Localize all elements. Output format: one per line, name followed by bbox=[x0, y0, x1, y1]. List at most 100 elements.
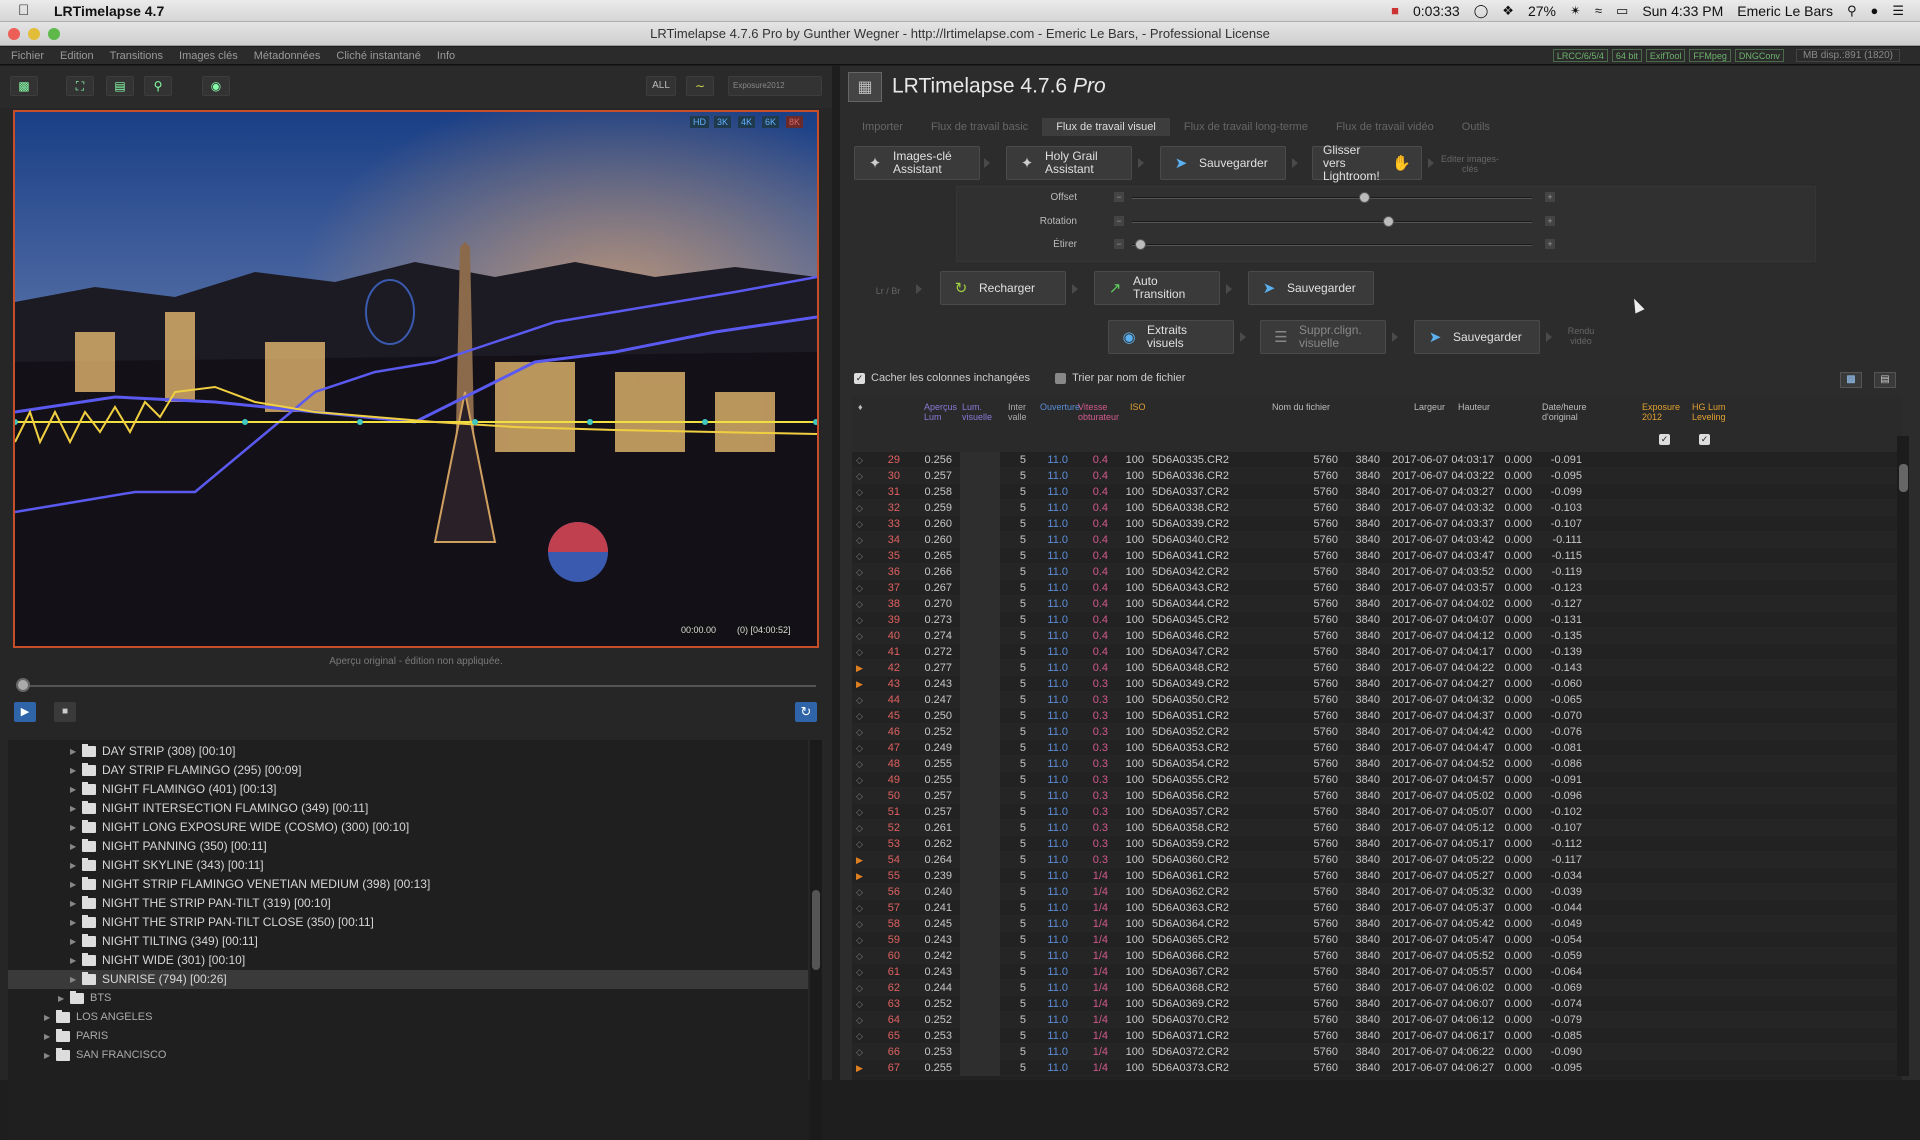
table-row[interactable]: ◇ 45 0.250 5 11.0 0.3 100 5D6A0351.CR2 5760 3840 2… bbox=[852, 708, 1902, 724]
expand-arrow-icon[interactable]: ▶ bbox=[70, 894, 76, 913]
holy-grail-button[interactable]: ✦ Holy Grail Assistant bbox=[1006, 146, 1132, 180]
table-row[interactable]: ◇ 29 0.256 5 11.0 0.4 100 5D6A0335.CR2 5760 3840 2… bbox=[852, 452, 1902, 468]
tree-item[interactable]: ▶ BTS bbox=[8, 989, 808, 1008]
table-scroll-thumb[interactable] bbox=[1899, 464, 1908, 492]
table-row[interactable]: ◇ 57 0.241 5 11.0 1/4 100 5D6A0363.CR2 5760 3840 2… bbox=[852, 900, 1902, 916]
table-row[interactable]: ◇ 64 0.252 5 11.0 1/4 100 5D6A0370.CR2 5760 3840 2… bbox=[852, 1012, 1902, 1028]
tree-item[interactable]: ▶ NIGHT THE STRIP PAN-TILT CLOSE (350) [0… bbox=[8, 913, 808, 932]
col-lum[interactable]: Aperçus Lum bbox=[924, 402, 964, 422]
zoom-icon[interactable]: ⚲ bbox=[144, 76, 172, 96]
expand-arrow-icon[interactable]: ▶ bbox=[44, 1008, 50, 1027]
table-row[interactable]: ◇ 36 0.266 5 11.0 0.4 100 5D6A0342.CR2 5760 3840 2… bbox=[852, 564, 1902, 580]
col-height[interactable]: Hauteur bbox=[1458, 402, 1490, 412]
col-vis[interactable]: Lum. visuelle bbox=[962, 402, 1002, 422]
table-row[interactable]: ◇ 34 0.260 5 11.0 0.4 100 5D6A0340.CR2 5760 3840 2… bbox=[852, 532, 1902, 548]
wifi-icon[interactable]: ≈ bbox=[1595, 3, 1602, 18]
spotlight-icon[interactable]: ⚲ bbox=[1847, 3, 1857, 19]
table-row[interactable]: ◇ 66 0.253 5 11.0 1/4 100 5D6A0372.CR2 5760 3840 2… bbox=[852, 1044, 1902, 1060]
keyframe-marker-icon[interactable]: ▶ bbox=[856, 676, 863, 692]
tab-visuel[interactable]: Flux de travail visuel bbox=[1042, 118, 1170, 136]
keyframe-marker-icon[interactable]: ▶ bbox=[856, 868, 863, 884]
dropbox-icon[interactable]: ❖ bbox=[1502, 3, 1514, 19]
menubar-clock[interactable]: Sun 4:33 PM bbox=[1642, 3, 1723, 19]
table-row[interactable]: ◇ 50 0.257 5 11.0 0.3 100 5D6A0356.CR2 5760 3840 2… bbox=[852, 788, 1902, 804]
table-row[interactable]: ◇ 53 0.262 5 11.0 0.3 100 5D6A0359.CR2 5760 3840 2… bbox=[852, 836, 1902, 852]
column-settings-button[interactable]: ▤ bbox=[1874, 372, 1896, 388]
slider-rotation-track[interactable] bbox=[1132, 221, 1532, 223]
airplay-icon[interactable]: ▭ bbox=[1616, 3, 1628, 19]
keyframe-marker-icon[interactable]: ▶ bbox=[856, 852, 863, 868]
tree-item[interactable]: ▶ DAY STRIP (308) [00:10] bbox=[8, 742, 808, 761]
diamond-icon[interactable]: ◇ bbox=[856, 1028, 863, 1044]
play-button[interactable]: ▶ bbox=[14, 702, 36, 722]
expand-arrow-icon[interactable]: ▶ bbox=[70, 761, 76, 780]
reload-button[interactable]: ↻ Recharger bbox=[940, 271, 1066, 305]
export-table-button[interactable]: ▩ bbox=[1840, 372, 1862, 388]
tree-item[interactable]: ▶ NIGHT FLAMINGO (401) [00:13] bbox=[8, 780, 808, 799]
expand-arrow-icon[interactable]: ▶ bbox=[58, 989, 64, 1008]
menu-cliche-instantane[interactable]: Cliché instantané bbox=[336, 50, 420, 62]
table-row[interactable]: ◇ 56 0.240 5 11.0 1/4 100 5D6A0362.CR2 5760 3840 2… bbox=[852, 884, 1902, 900]
table-scrollbar[interactable] bbox=[1897, 436, 1909, 1076]
diamond-icon[interactable]: ◇ bbox=[856, 996, 863, 1012]
table-row[interactable]: ◇ 58 0.245 5 11.0 1/4 100 5D6A0364.CR2 5760 3840 2… bbox=[852, 916, 1902, 932]
expand-arrow-icon[interactable]: ▶ bbox=[70, 818, 76, 837]
expand-arrow-icon[interactable]: ▶ bbox=[70, 799, 76, 818]
diamond-icon[interactable]: ◇ bbox=[856, 756, 863, 772]
diamond-icon[interactable]: ◇ bbox=[856, 532, 863, 548]
diamond-icon[interactable]: ◇ bbox=[856, 724, 863, 740]
eye-icon[interactable]: ◉ bbox=[202, 76, 230, 96]
diamond-icon[interactable]: ◇ bbox=[856, 516, 863, 532]
tree-item[interactable]: ▶ NIGHT WIDE (301) [00:10] bbox=[8, 951, 808, 970]
diamond-icon[interactable]: ◇ bbox=[856, 900, 863, 916]
diamond-icon[interactable]: ◇ bbox=[856, 564, 863, 580]
timeline-handle[interactable] bbox=[16, 678, 30, 692]
tree-item[interactable]: ▶ SUNRISE (794) [00:26] bbox=[8, 970, 808, 989]
close-window-button[interactable] bbox=[8, 28, 20, 40]
diamond-icon[interactable]: ◇ bbox=[856, 964, 863, 980]
diamond-icon[interactable]: ◇ bbox=[856, 596, 863, 612]
res-3k[interactable]: 3K bbox=[714, 116, 732, 128]
res-hd[interactable]: HD bbox=[690, 116, 709, 128]
visual-deflicker-button[interactable]: ☰ Suppr.clign. visuelle bbox=[1260, 320, 1386, 354]
tab-importer[interactable]: Importer bbox=[848, 118, 917, 136]
grid-icon[interactable]: ▤ bbox=[106, 76, 134, 96]
table-row[interactable]: ◇ 61 0.243 5 11.0 1/4 100 5D6A0367.CR2 5760 3840 2… bbox=[852, 964, 1902, 980]
drag-to-lightroom-button[interactable]: Glisser vers Lightroom! ✋ bbox=[1312, 143, 1422, 182]
slider-offset-knob[interactable] bbox=[1359, 192, 1370, 203]
table-row[interactable]: ◇ 47 0.249 5 11.0 0.3 100 5D6A0353.CR2 5760 3840 2… bbox=[852, 740, 1902, 756]
table-row[interactable]: ◇ 41 0.272 5 11.0 0.4 100 5D6A0347.CR2 5760 3840 2… bbox=[852, 644, 1902, 660]
menu-fichier[interactable]: Fichier bbox=[11, 50, 44, 62]
fullscreen-icon[interactable]: ⛶ bbox=[66, 76, 94, 96]
expand-arrow-icon[interactable]: ▶ bbox=[70, 742, 76, 761]
table-row[interactable]: ▶ 54 0.264 5 11.0 0.3 100 5D6A0360.CR2 5760 3840 2… bbox=[852, 852, 1902, 868]
tree-item[interactable]: ▶ NIGHT TILTING (349) [00:11] bbox=[8, 932, 808, 951]
tree-item[interactable]: ▶ NIGHT LONG EXPOSURE WIDE (COSMO) (300) … bbox=[8, 818, 808, 837]
table-row[interactable]: ▶ 43 0.243 5 11.0 0.3 100 5D6A0349.CR2 5760 3840 2… bbox=[852, 676, 1902, 692]
diamond-icon[interactable]: ◇ bbox=[856, 932, 863, 948]
table-row[interactable]: ◇ 63 0.252 5 11.0 1/4 100 5D6A0369.CR2 5760 3840 2… bbox=[852, 996, 1902, 1012]
sync-icon[interactable]: ◯ bbox=[1474, 3, 1489, 19]
minimize-window-button[interactable] bbox=[28, 28, 40, 40]
stop-button[interactable]: ■ bbox=[54, 702, 76, 722]
col-filename[interactable]: Nom du fichier bbox=[1272, 402, 1330, 412]
diamond-icon[interactable]: ◇ bbox=[856, 692, 863, 708]
tree-scroll-thumb[interactable] bbox=[812, 890, 820, 970]
hide-unchanged-checkbox[interactable]: ✓ bbox=[854, 372, 865, 384]
notification-icon[interactable]: ☰ bbox=[1892, 3, 1904, 19]
tree-item[interactable]: ▶ SAN FRANCISCO bbox=[8, 1046, 808, 1065]
siri-icon[interactable]: ● bbox=[1870, 3, 1878, 18]
slider-rotation-minus[interactable]: − bbox=[1114, 216, 1124, 226]
visual-previews-button[interactable]: ◉ Extraits visuels bbox=[1108, 320, 1234, 354]
tree-item[interactable]: ▶ NIGHT STRIP FLAMINGO VENETIAN MEDIUM (3… bbox=[8, 875, 808, 894]
res-8k[interactable]: 8K bbox=[786, 116, 804, 128]
table-row[interactable]: ◇ 35 0.265 5 11.0 0.4 100 5D6A0341.CR2 5760 3840 2… bbox=[852, 548, 1902, 564]
refresh-button[interactable]: ↻ bbox=[795, 702, 817, 722]
expand-arrow-icon[interactable]: ▶ bbox=[44, 1046, 50, 1065]
table-row[interactable]: ◇ 31 0.258 5 11.0 0.4 100 5D6A0337.CR2 5760 3840 2… bbox=[852, 484, 1902, 500]
table-row[interactable]: ◇ 30 0.257 5 11.0 0.4 100 5D6A0336.CR2 5760 3840 2… bbox=[852, 468, 1902, 484]
expand-arrow-icon[interactable]: ▶ bbox=[70, 970, 76, 989]
col-hg[interactable]: HG Lum Leveling bbox=[1692, 402, 1742, 422]
diamond-icon[interactable]: ◇ bbox=[856, 548, 863, 564]
keyframe-marker-icon[interactable]: ▶ bbox=[856, 660, 863, 676]
